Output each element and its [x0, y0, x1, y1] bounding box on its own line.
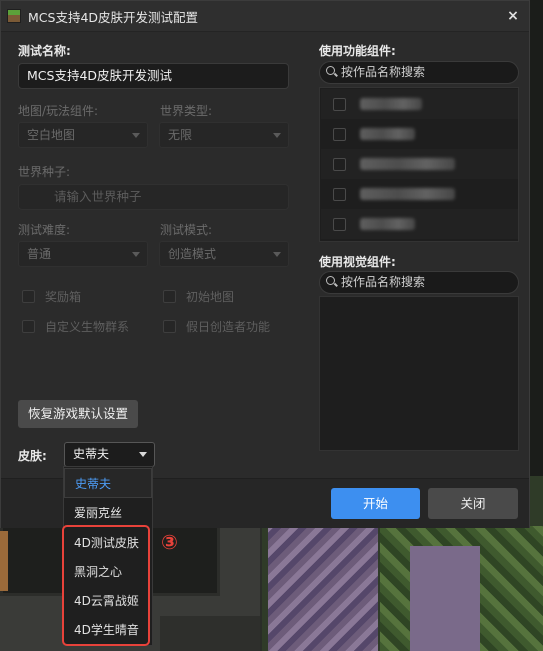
skin-select-value: 史蒂夫: [73, 447, 110, 461]
checkbox-holiday-creator: 假日创造者功能: [163, 318, 270, 335]
checkbox-label: 自定义生物群系: [45, 320, 130, 334]
reset-defaults-button[interactable]: 恢复游戏默认设置: [18, 400, 138, 428]
list-item[interactable]: [321, 179, 518, 209]
checkbox[interactable]: [333, 187, 346, 201]
checkbox-starting-map: 初始地图: [163, 288, 234, 305]
list-item[interactable]: [321, 119, 518, 149]
checkbox: [163, 290, 176, 303]
annotation-step-marker: ③: [161, 530, 178, 554]
list-item[interactable]: [321, 89, 518, 119]
blurred-item-name: [360, 128, 415, 140]
map-select-value: 空白地图: [27, 128, 76, 142]
search-icon: [326, 66, 335, 75]
checkbox-reward-chest: 奖励箱: [22, 288, 81, 305]
skin-option-alex[interactable]: 爱丽克丝: [64, 498, 152, 528]
world-type-label: 世界类型:: [160, 104, 213, 118]
scene-door: [0, 531, 8, 591]
scene-stone: [160, 616, 260, 651]
checkbox[interactable]: [333, 127, 346, 141]
close-icon[interactable]: ×: [505, 8, 521, 24]
test-name-input[interactable]: MCS支持4D皮肤开发测试: [18, 63, 289, 89]
components-list: [319, 87, 519, 242]
components-search-input[interactable]: 按作品名称搜索: [319, 61, 519, 84]
difficulty-value: 普通: [27, 247, 52, 261]
blurred-item-name: [360, 218, 415, 230]
map-select: 空白地图: [18, 122, 148, 148]
checkbox: [22, 290, 35, 303]
test-name-label: 测试名称:: [18, 44, 71, 58]
list-item[interactable]: [321, 209, 518, 239]
test-config-dialog: MCS支持4D皮肤开发测试配置 × 测试名称: MCS支持4D皮肤开发测试 地图…: [0, 0, 530, 528]
scene-tree: [410, 546, 480, 651]
blurred-item-name: [360, 98, 422, 110]
blurred-item-name: [360, 188, 455, 200]
close-button[interactable]: 关闭: [428, 488, 518, 519]
mode-value: 创造模式: [168, 247, 217, 261]
world-type-select: 无限: [159, 122, 289, 148]
seed-input: 请输入世界种子: [18, 184, 289, 210]
checkbox-custom-biome: 自定义生物群系: [22, 318, 129, 335]
checkbox[interactable]: [333, 157, 346, 171]
difficulty-label: 测试难度:: [18, 223, 71, 237]
title-bar: MCS支持4D皮肤开发测试配置: [1, 1, 529, 32]
components-search-placeholder: 按作品名称搜索: [341, 65, 426, 79]
checkbox-label: 初始地图: [186, 290, 235, 304]
checkbox-label: 假日创造者功能: [186, 320, 271, 334]
start-button[interactable]: 开始: [331, 488, 420, 519]
mode-label: 测试模式:: [160, 223, 213, 237]
world-type-value: 无限: [168, 128, 193, 142]
checkbox-label: 奖励箱: [45, 290, 82, 304]
blurred-item-name: [360, 158, 455, 170]
visual-search-placeholder: 按作品名称搜索: [341, 275, 426, 289]
chevron-down-icon: [139, 452, 147, 457]
chevron-down-icon: [273, 133, 281, 138]
chevron-down-icon: [132, 252, 140, 257]
visual-components-label: 使用视觉组件:: [319, 255, 396, 269]
window-title: MCS支持4D皮肤开发测试配置: [28, 9, 199, 25]
seed-label: 世界种子:: [18, 165, 71, 179]
visual-components-list: [319, 296, 519, 451]
map-label: 地图/玩法组件:: [18, 104, 99, 118]
chevron-down-icon: [132, 133, 140, 138]
components-label: 使用功能组件:: [319, 44, 396, 58]
checkbox: [163, 320, 176, 333]
search-icon: [326, 276, 335, 285]
chevron-down-icon: [273, 252, 281, 257]
skin-select[interactable]: 史蒂夫: [64, 442, 155, 467]
list-item[interactable]: [321, 149, 518, 179]
annotation-highlight-box: [62, 525, 150, 646]
mode-select: 创造模式: [159, 241, 289, 267]
checkbox[interactable]: [333, 217, 346, 231]
visual-search-input[interactable]: 按作品名称搜索: [319, 271, 519, 294]
checkbox: [22, 320, 35, 333]
skin-option-steve[interactable]: 史蒂夫: [64, 468, 152, 498]
difficulty-select: 普通: [18, 241, 148, 267]
checkbox[interactable]: [333, 97, 346, 111]
scene-purple-blocks: [268, 516, 378, 651]
grass-block-icon: [7, 9, 21, 23]
skin-label: 皮肤:: [18, 449, 47, 463]
